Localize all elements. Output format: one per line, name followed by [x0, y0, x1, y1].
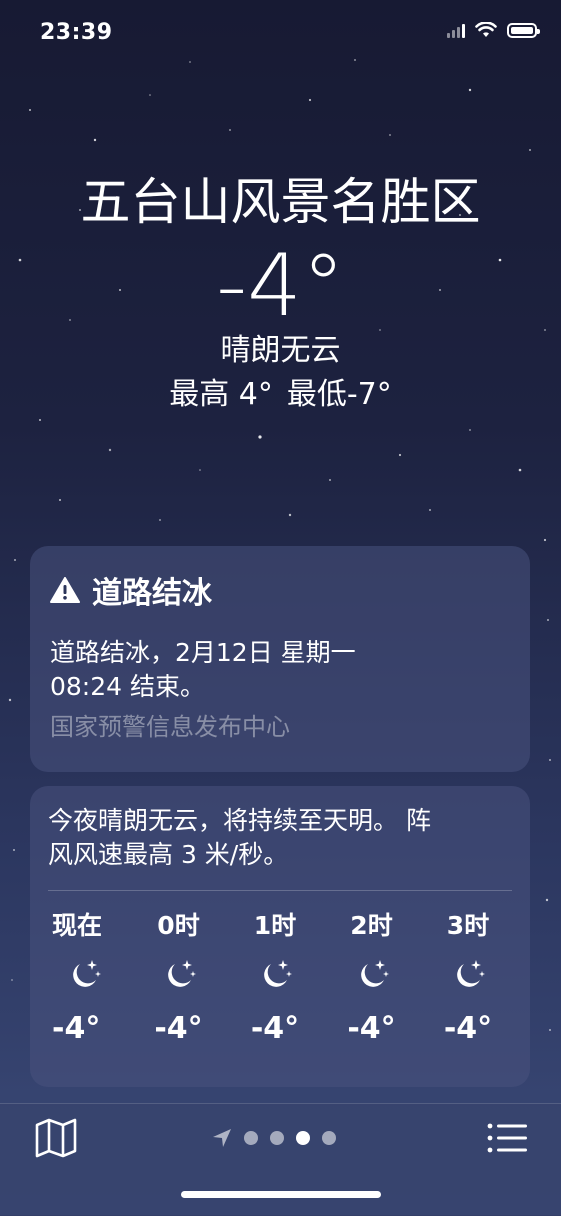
hour-item: 0时 -4°: [139, 909, 219, 1049]
page-indicator[interactable]: [212, 1128, 336, 1148]
weather-alert-card[interactable]: 道路结冰 道路结冰，2月12日 星期一 08:24 结束。 国家预警信息发布中心: [30, 546, 530, 772]
location-arrow-icon[interactable]: [212, 1128, 232, 1148]
hourly-summary-line: 风风速最高 3 米/秒。: [48, 840, 289, 869]
hourly-summary-line: 今夜晴朗无云，将持续至天明。 阵: [48, 806, 431, 835]
moon-stars-icon: [457, 960, 485, 987]
cellular-signal-icon: [447, 22, 465, 38]
high-temperature: 最高 4°: [169, 377, 273, 412]
hour-label: 1时: [253, 911, 297, 940]
status-icons: [447, 22, 540, 38]
battery-icon: [507, 22, 540, 38]
page-dot[interactable]: [244, 1131, 258, 1145]
hourly-summary: 今夜晴朗无云，将持续至天明。 阵 风风速最高 3 米/秒。: [48, 804, 512, 872]
hour-temperature: -4°: [443, 1011, 493, 1046]
current-temperature: -4°: [216, 236, 345, 336]
alert-source: 国家预警信息发布中心: [50, 713, 290, 741]
moon-stars-icon: [264, 960, 292, 987]
hour-label: 3时: [446, 911, 490, 940]
page-dot[interactable]: [322, 1131, 336, 1145]
status-time: 23:39: [40, 20, 113, 45]
hour-temperature: -4°: [52, 1011, 101, 1046]
hour-item: 2时 -4°: [332, 909, 412, 1049]
hour-label: 现在: [52, 911, 103, 940]
alert-body-line: 道路结冰，2月12日 星期一: [50, 638, 356, 667]
hour-temperature: -4°: [250, 1011, 300, 1046]
alert-title-row: 道路结冰: [50, 568, 510, 612]
hour-item: 3时 -4°: [428, 909, 508, 1049]
alert-body: 道路结冰，2月12日 星期一 08:24 结束。: [50, 636, 510, 704]
hourly-forecast-card[interactable]: 今夜晴朗无云，将持续至天明。 阵 风风速最高 3 米/秒。 现在 -4° 0时 …: [30, 786, 530, 1087]
page-dot[interactable]: [270, 1131, 284, 1145]
moon-stars-icon: [167, 960, 196, 987]
current-condition: 晴朗无云: [220, 333, 341, 368]
bottom-toolbar: [0, 1103, 561, 1216]
moon-stars-icon: [73, 960, 101, 987]
wifi-icon: [475, 22, 497, 37]
hour-label: 0时: [157, 911, 200, 940]
city-name: 五台山风景名胜区: [80, 173, 481, 231]
warning-triangle-icon: [50, 577, 80, 603]
alert-body-line: 08:24 结束。: [50, 672, 205, 701]
hour-temperature: -4°: [347, 1011, 396, 1046]
hour-label: 2时: [350, 911, 393, 940]
status-bar: 23:39: [0, 0, 561, 66]
divider: [48, 890, 512, 891]
hour-item: 现在 -4°: [52, 909, 122, 1049]
home-indicator[interactable]: [181, 1191, 381, 1198]
alert-title: 道路结冰: [92, 576, 212, 611]
page-dot-active[interactable]: [296, 1131, 310, 1145]
hourly-list[interactable]: 现在 -4° 0时 -4° 1时 -4° 2时 -4° 3时 -4°: [48, 909, 512, 1049]
moon-stars-icon: [360, 960, 389, 987]
hour-temperature: -4°: [154, 1011, 203, 1046]
high-low-temps: 最高 4° 最低-7°: [0, 373, 561, 417]
low-temperature: 最低-7°: [286, 377, 392, 412]
weather-header: 五台山风景名胜区 -4° 晴朗无云 最高 4° 最低-7°: [0, 165, 561, 417]
list-icon[interactable]: [487, 1122, 527, 1154]
hour-item: 1时 -4°: [235, 909, 315, 1049]
map-icon[interactable]: [34, 1118, 78, 1158]
